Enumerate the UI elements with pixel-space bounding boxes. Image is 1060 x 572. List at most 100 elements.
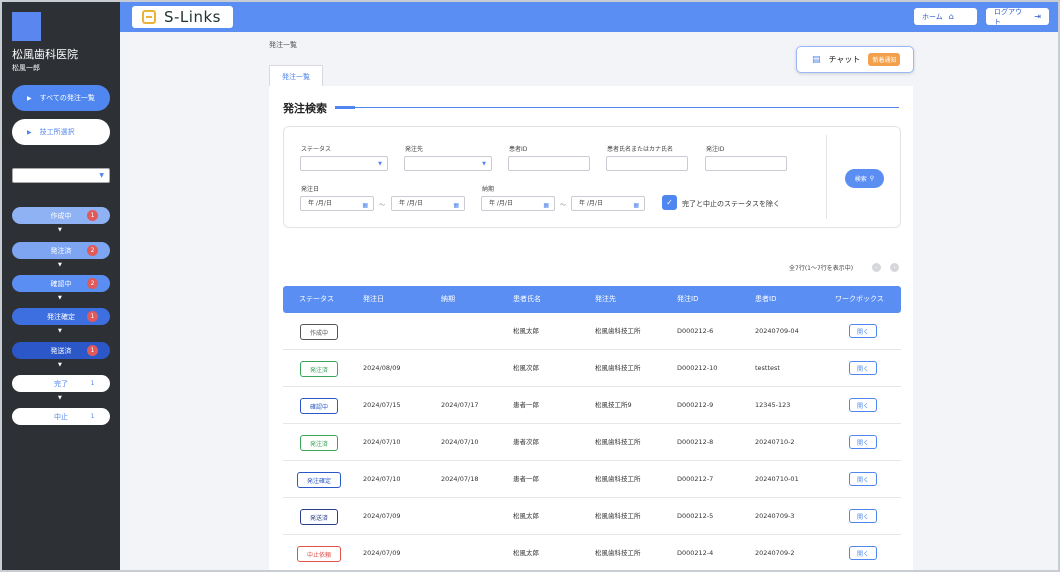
cell-patient-id: testtest bbox=[755, 364, 780, 372]
cell-lab: 松風歯科技工所 bbox=[595, 512, 641, 520]
cell-order-id: D000212-10 bbox=[677, 364, 718, 372]
range-tilde: ～ bbox=[379, 202, 386, 209]
table-row: 発注確定 2024/07/10 2024/07/18 患者一郎 松風歯科技工所 D0002… bbox=[283, 461, 901, 498]
next-page-button[interactable]: › bbox=[890, 263, 899, 272]
status-step-5[interactable]: 完了 1 bbox=[12, 375, 110, 392]
column-header: 発注先 bbox=[595, 295, 616, 303]
logo[interactable]: S-Links bbox=[132, 6, 233, 28]
status-tag: 確認中 bbox=[300, 398, 338, 414]
cell-order-id: D000212-4 bbox=[677, 549, 714, 557]
open-workbox-button[interactable]: 開く bbox=[849, 472, 877, 486]
table-row: 発注済 2024/07/10 2024/07/10 患者次郎 松風歯科技工所 D00021… bbox=[283, 424, 901, 461]
calendar-icon: ▦ bbox=[543, 202, 549, 209]
column-header: 患者ID bbox=[755, 295, 777, 303]
step-arrow-icon: ▼ bbox=[58, 362, 62, 368]
status-label: ステータス bbox=[301, 146, 332, 153]
open-workbox-button[interactable]: 開く bbox=[849, 546, 877, 560]
column-header: 発注ID bbox=[677, 295, 699, 303]
cell-patient: 患者次郎 bbox=[513, 438, 539, 446]
sidebar-select[interactable]: ▼ bbox=[12, 168, 110, 183]
status-tag: 中止依頼 bbox=[297, 546, 341, 562]
open-workbox-button[interactable]: 開く bbox=[849, 435, 877, 449]
search-button[interactable]: 検索 ⚲ bbox=[845, 169, 884, 188]
status-count-badge: 2 bbox=[87, 245, 98, 256]
open-workbox-button[interactable]: 開く bbox=[849, 509, 877, 523]
order-date-from-input[interactable]: 年 /月/日 ▦ bbox=[300, 196, 374, 211]
order-id-input[interactable] bbox=[705, 156, 787, 171]
logout-button[interactable]: ログアウト ⇥ bbox=[986, 8, 1049, 26]
breadcrumb: 発注一覧 bbox=[269, 41, 297, 49]
status-count-badge: 1 bbox=[87, 378, 98, 389]
all-orders-button[interactable]: ▶ すべての発注一覧 bbox=[12, 85, 110, 111]
status-tag: 発注済 bbox=[300, 435, 338, 451]
chevron-down-icon: ▼ bbox=[378, 161, 382, 167]
date-placeholder: 年 /月/日 bbox=[399, 200, 423, 207]
new-notification-badge: 新着通知 bbox=[868, 53, 901, 66]
lab-select-button[interactable]: ▶ 技工所選択 bbox=[12, 119, 110, 145]
status-count-badge: 1 bbox=[87, 345, 98, 356]
table-row: 中止依頼 2024/07/09 松風太郎 松風歯科技工所 D000212-4 202407… bbox=[283, 535, 901, 570]
status-step-label: 確認中 bbox=[50, 279, 72, 288]
home-icon: ⌂ bbox=[948, 12, 954, 21]
cell-order-id: D000212-9 bbox=[677, 401, 714, 409]
status-step-label: 完了 bbox=[54, 379, 68, 388]
open-workbox-button[interactable]: 開く bbox=[849, 324, 877, 338]
cell-patient: 松風太郎 bbox=[513, 549, 539, 557]
status-count-badge: 1 bbox=[87, 311, 98, 322]
all-orders-label: すべての発注一覧 bbox=[39, 94, 95, 102]
logout-icon: ⇥ bbox=[1034, 12, 1041, 21]
status-step-3[interactable]: 発注確定 1 bbox=[12, 308, 110, 325]
cell-patient-id: 20240710-01 bbox=[755, 475, 799, 483]
date-placeholder: 年 /月/日 bbox=[579, 200, 603, 207]
chevron-right-icon: › bbox=[893, 264, 896, 271]
order-date-label: 発注日 bbox=[301, 186, 320, 193]
form-divider bbox=[826, 135, 827, 219]
column-header: 患者氏名 bbox=[513, 295, 541, 303]
status-tag: 発注確定 bbox=[297, 472, 341, 488]
status-step-label: 中止 bbox=[54, 412, 68, 421]
patient-id-input[interactable] bbox=[508, 156, 590, 171]
lab-select[interactable]: ▼ bbox=[404, 156, 492, 171]
main-panel: 発注検索 ステータス ▼ 発注先 ▼ 患者ID 患者氏名またはカナ氏名 発注ID… bbox=[269, 86, 913, 570]
open-workbox-button[interactable]: 開く bbox=[849, 398, 877, 412]
status-select[interactable]: ▼ bbox=[300, 156, 388, 171]
user-name: 松風一郎 bbox=[12, 64, 40, 72]
due-from-input[interactable]: 年 /月/日 ▦ bbox=[481, 196, 555, 211]
status-step-6[interactable]: 中止 1 bbox=[12, 408, 110, 425]
chat-button[interactable]: ▤ チャット 新着通知 bbox=[796, 46, 914, 73]
check-icon: ✓ bbox=[666, 198, 673, 207]
avatar bbox=[12, 12, 41, 41]
cell-order-date: 2024/07/09 bbox=[363, 549, 401, 557]
cell-lab: 松風歯科技工所 bbox=[595, 327, 641, 335]
status-step-4[interactable]: 発送済 1 bbox=[12, 342, 110, 359]
result-count: 全7行(1～7行を表示中) bbox=[789, 265, 854, 272]
prev-page-button[interactable]: ‹ bbox=[872, 263, 881, 272]
lab-label: 発注先 bbox=[405, 146, 424, 153]
table-header: ステータス 発注日 納期 患者氏名 発注先 発注ID 患者ID ワークボックス bbox=[283, 286, 901, 313]
status-step-0[interactable]: 作成中 1 bbox=[12, 207, 110, 224]
status-step-label: 発送済 bbox=[50, 346, 72, 355]
status-step-2[interactable]: 確認中 2 bbox=[12, 275, 110, 292]
chevron-down-icon: ▼ bbox=[99, 172, 104, 179]
patient-name-input[interactable] bbox=[606, 156, 688, 171]
home-button[interactable]: ホーム ⌂ bbox=[914, 8, 977, 25]
cell-order-id: D000212-8 bbox=[677, 438, 714, 446]
open-workbox-button[interactable]: 開く bbox=[849, 361, 877, 375]
table-row: 確認中 2024/07/15 2024/07/17 患者一郎 松風技工所9 D000212… bbox=[283, 387, 901, 424]
order-date-to-input[interactable]: 年 /月/日 ▦ bbox=[391, 196, 465, 211]
column-header: ワークボックス bbox=[835, 295, 884, 303]
due-to-input[interactable]: 年 /月/日 ▦ bbox=[571, 196, 645, 211]
table-row: 作成中 松風太郎 松風歯科技工所 D000212-6 20240709-04 開く bbox=[283, 313, 901, 350]
exclude-checkbox[interactable]: ✓ bbox=[662, 195, 677, 210]
tab-order-list[interactable]: 発注一覧 bbox=[269, 65, 323, 87]
logo-icon bbox=[142, 10, 156, 24]
status-step-1[interactable]: 発注済 2 bbox=[12, 242, 110, 259]
title-divider bbox=[335, 106, 899, 109]
cell-patient: 松風次郎 bbox=[513, 364, 539, 372]
caret-right-icon: ▶ bbox=[27, 128, 32, 136]
status-count-badge: 1 bbox=[87, 411, 98, 422]
step-arrow-icon: ▼ bbox=[58, 328, 62, 334]
cell-patient-id: 12345-123 bbox=[755, 401, 791, 409]
date-placeholder: 年 /月/日 bbox=[489, 200, 513, 207]
cell-lab: 松風技工所9 bbox=[595, 401, 632, 409]
